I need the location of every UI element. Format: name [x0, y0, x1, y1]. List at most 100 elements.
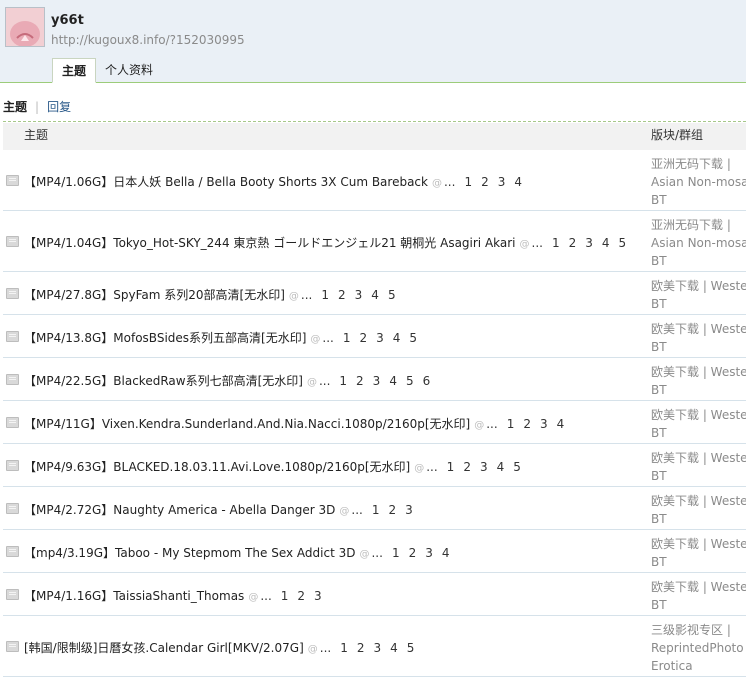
page-link[interactable]: 4	[442, 546, 450, 560]
forum-name-line: BT	[651, 469, 667, 483]
page-link[interactable]: 4	[602, 236, 610, 250]
page-link[interactable]: 2	[409, 546, 417, 560]
page-link[interactable]: 2	[463, 460, 471, 474]
page-link[interactable]: 1	[464, 175, 472, 189]
page-link[interactable]: 5	[407, 641, 415, 655]
topic-cell: 【MP4/1.06G】日本人妖 Bella / Bella Booty Shor…	[24, 173, 522, 190]
page-link[interactable]: 4	[557, 417, 565, 431]
page-link[interactable]: 1	[281, 589, 289, 603]
page-link[interactable]: 1	[552, 236, 560, 250]
page-link[interactable]: 1	[321, 288, 329, 302]
pagination-ellipsis: ...	[351, 503, 363, 517]
pagination: 1234	[455, 175, 522, 189]
page-link[interactable]: 4	[497, 460, 505, 474]
forum-link[interactable]: 欧美下载 | Western BT	[651, 535, 746, 571]
tab-profile[interactable]: 个人资料	[96, 58, 162, 82]
page-link[interactable]: 5	[513, 460, 521, 474]
attachment-icon: @	[359, 549, 370, 560]
topic-title-link[interactable]: 【mp4/3.19G】Taboo - My Stepmom The Sex Ad…	[24, 546, 355, 560]
page-link[interactable]: 4	[371, 288, 379, 302]
user-url[interactable]: http://kugoux8.info/?152030995	[51, 33, 245, 47]
page-link[interactable]: 3	[405, 503, 413, 517]
page-link[interactable]: 3	[498, 175, 506, 189]
page-link[interactable]: 3	[540, 417, 548, 431]
topic-list: 【MP4/1.06G】日本人妖 Bella / Bella Booty Shor…	[3, 150, 746, 677]
forum-link[interactable]: 欧美下载 | Western BT	[651, 449, 746, 485]
forum-name-line: BT	[651, 193, 667, 207]
topic-title-link[interactable]: 【MP4/1.16G】TaissiaShanti_Thomas	[24, 589, 244, 603]
pagination: 12345	[331, 641, 414, 655]
page-link[interactable]: 2	[356, 374, 364, 388]
forum-link[interactable]: 欧美下载 | Western BT	[651, 363, 746, 399]
subnav: 主题 | 回复	[3, 98, 71, 114]
page-link[interactable]: 3	[314, 589, 322, 603]
page-link[interactable]: 4	[393, 331, 401, 345]
forum-link[interactable]: 欧美下载 | Western BT	[651, 277, 746, 313]
page-link[interactable]: 1	[507, 417, 515, 431]
forum-link[interactable]: 欧美下载 | Western BT	[651, 406, 746, 442]
pagination: 123	[363, 503, 413, 517]
forum-name-line: BT	[651, 254, 667, 268]
page-link[interactable]: 1	[372, 503, 380, 517]
forum-link[interactable]: 欧美下载 | Western BT	[651, 492, 746, 528]
page-link[interactable]: 2	[338, 288, 346, 302]
pagination-ellipsis: ...	[443, 175, 456, 189]
page-link[interactable]: 4	[514, 175, 522, 189]
subnav-replies-link[interactable]: 回复	[47, 100, 71, 114]
page-link[interactable]: 2	[569, 236, 577, 250]
page-link[interactable]: 2	[389, 503, 397, 517]
forum-link[interactable]: 欧美下载 | Western BT	[651, 578, 746, 614]
forum-link[interactable]: 亚洲无码下载 | Asian Non-mosaic BT	[651, 216, 746, 270]
page-link[interactable]: 2	[481, 175, 489, 189]
topic-folder-icon	[6, 546, 19, 557]
page-link[interactable]: 2	[357, 641, 365, 655]
page-link[interactable]: 1	[339, 374, 347, 388]
page-link[interactable]: 1	[343, 331, 351, 345]
forum-name-line: ReprintedPhoto and	[651, 641, 746, 655]
page-link[interactable]: 3	[480, 460, 488, 474]
page-link[interactable]: 5	[388, 288, 396, 302]
page-link[interactable]: 1	[340, 641, 348, 655]
page-link[interactable]: 5	[406, 374, 414, 388]
page-link[interactable]: 3	[373, 374, 381, 388]
page-link[interactable]: 3	[425, 546, 433, 560]
page-link[interactable]: 2	[523, 417, 531, 431]
attachment-icon: @	[248, 592, 259, 603]
page-link[interactable]: 4	[390, 641, 398, 655]
username[interactable]: y66t	[51, 13, 84, 28]
forum-link[interactable]: 欧美下载 | Western BT	[651, 320, 746, 356]
pagination-ellipsis: ...	[531, 236, 543, 250]
page-link[interactable]: 3	[585, 236, 593, 250]
page-link[interactable]: 5	[409, 331, 417, 345]
topic-title-link[interactable]: 【MP4/11G】Vixen.Kendra.Sunderland.And.Nia…	[24, 417, 470, 431]
page-link[interactable]: 6	[423, 374, 431, 388]
topic-title-link[interactable]: 【MP4/22.5G】BlackedRaw系列七部高清[无水印]	[24, 374, 303, 388]
forum-name-line: BT	[651, 340, 667, 354]
page-link[interactable]: 3	[355, 288, 363, 302]
page-link[interactable]: 4	[389, 374, 397, 388]
topic-title-link[interactable]: 【MP4/2.72G】Naughty America - Abella Dang…	[24, 503, 335, 517]
forum-name-line: 三级影视专区 |	[651, 623, 731, 637]
page-link[interactable]: 5	[619, 236, 627, 250]
topic-title-link[interactable]: 【MP4/13.8G】MofosBSides系列五部高清[无水印]	[24, 331, 306, 345]
table-row: 【MP4/1.04G】Tokyo_Hot-SKY_244 東京熱 ゴールドエンジ…	[3, 211, 746, 272]
topic-cell: [韩国/限制级]日曆女孩.Calendar Girl[MKV/2.07G] @..…	[24, 639, 414, 656]
topic-title-link[interactable]: 【MP4/27.8G】SpyFam 系列20部高清[无水印]	[24, 288, 285, 302]
topic-title-link[interactable]: [韩国/限制级]日曆女孩.Calendar Girl[MKV/2.07G]	[24, 641, 304, 655]
subnav-topics: 主题	[3, 100, 28, 114]
topic-title-link[interactable]: 【MP4/9.63G】BLACKED.18.03.11.Avi.Love.108…	[24, 460, 410, 474]
forum-link[interactable]: 亚洲无码下载 | Asian Non-mosaic BT	[651, 155, 746, 209]
avatar[interactable]	[5, 7, 45, 47]
page-link[interactable]: 2	[297, 589, 305, 603]
page-link[interactable]: 1	[392, 546, 400, 560]
tab-topics[interactable]: 主题	[52, 58, 97, 83]
page-link[interactable]: 2	[359, 331, 367, 345]
page-link[interactable]: 3	[376, 331, 384, 345]
page-link[interactable]: 3	[374, 641, 382, 655]
attachment-icon: @	[431, 178, 442, 189]
forum-link[interactable]: 三级影视专区 | ReprintedPhoto and Erotica	[651, 621, 746, 675]
attachment-icon: @	[288, 291, 299, 302]
topic-title-link[interactable]: 【MP4/1.06G】日本人妖 Bella / Bella Booty Shor…	[24, 175, 428, 189]
page-link[interactable]: 1	[447, 460, 455, 474]
topic-title-link[interactable]: 【MP4/1.04G】Tokyo_Hot-SKY_244 東京熱 ゴールドエンジ…	[24, 236, 516, 250]
